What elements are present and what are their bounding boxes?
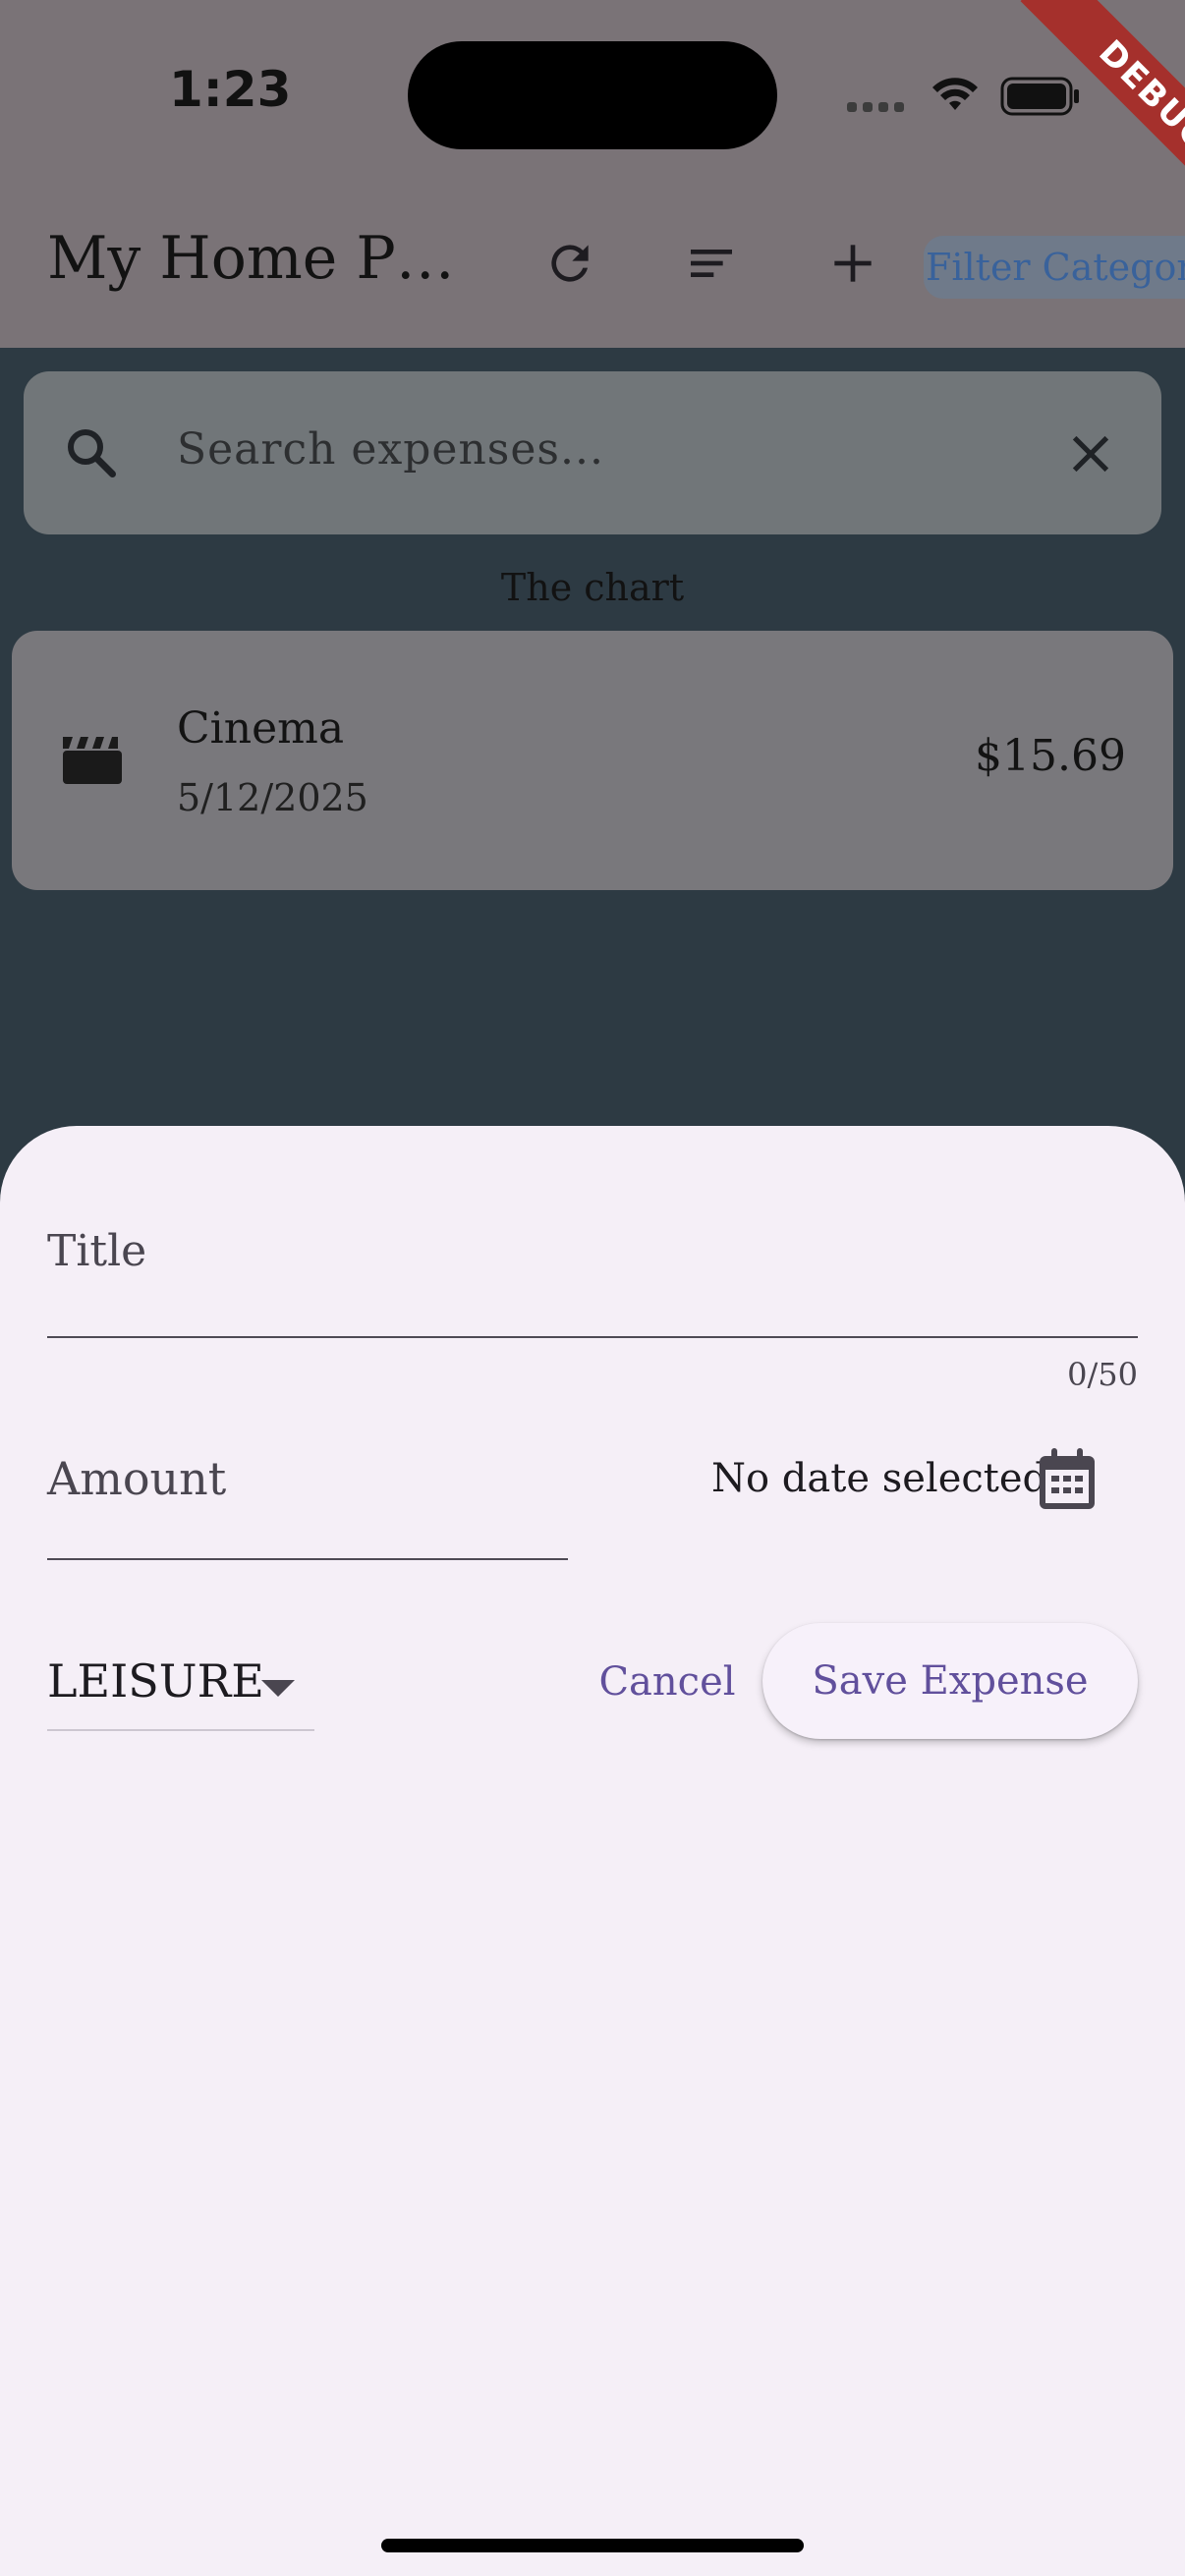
new-expense-sheet bbox=[0, 1126, 1185, 2576]
search-icon bbox=[61, 422, 120, 485]
home-indicator[interactable] bbox=[381, 2539, 804, 2552]
battery-icon bbox=[1000, 77, 1083, 120]
add-button[interactable] bbox=[814, 226, 892, 305]
expense-title: Cinema bbox=[177, 703, 345, 754]
app-title: My Home P… bbox=[47, 224, 455, 293]
dynamic-island bbox=[408, 41, 777, 149]
cancel-button[interactable]: Cancel bbox=[595, 1627, 739, 1737]
add-icon bbox=[825, 236, 880, 295]
close-icon[interactable] bbox=[1063, 426, 1118, 485]
expense-amount: $15.69 bbox=[975, 731, 1126, 781]
sort-icon bbox=[684, 236, 739, 295]
status-time: 1:23 bbox=[169, 61, 292, 118]
title-char-counter: 0/50 bbox=[1067, 1356, 1138, 1393]
amount-field-underline bbox=[47, 1558, 568, 1560]
search-input[interactable]: Search expenses... bbox=[177, 424, 604, 475]
expense-date: 5/12/2025 bbox=[177, 776, 368, 819]
amount-field[interactable]: Amount bbox=[47, 1452, 226, 1505]
chart-placeholder: The chart bbox=[500, 566, 685, 609]
filter-category-button[interactable]: Filter Category bbox=[924, 236, 1185, 299]
sort-button[interactable] bbox=[672, 226, 751, 305]
category-selected-value: LEISURE bbox=[47, 1654, 264, 1708]
selected-date-text: No date selected bbox=[711, 1456, 1048, 1501]
cellular-signal-icon bbox=[847, 102, 904, 112]
category-dropdown[interactable]: LEISURE bbox=[47, 1651, 314, 1731]
wifi-icon bbox=[930, 75, 981, 118]
save-expense-button[interactable]: Save Expense bbox=[762, 1623, 1138, 1739]
refresh-icon bbox=[542, 236, 597, 295]
title-field[interactable]: Title bbox=[47, 1226, 146, 1276]
dropdown-caret-icon bbox=[261, 1680, 295, 1702]
calendar-icon[interactable] bbox=[1036, 1446, 1099, 1517]
title-field-underline bbox=[47, 1336, 1138, 1338]
refresh-button[interactable] bbox=[531, 226, 609, 305]
movie-icon bbox=[61, 731, 124, 790]
